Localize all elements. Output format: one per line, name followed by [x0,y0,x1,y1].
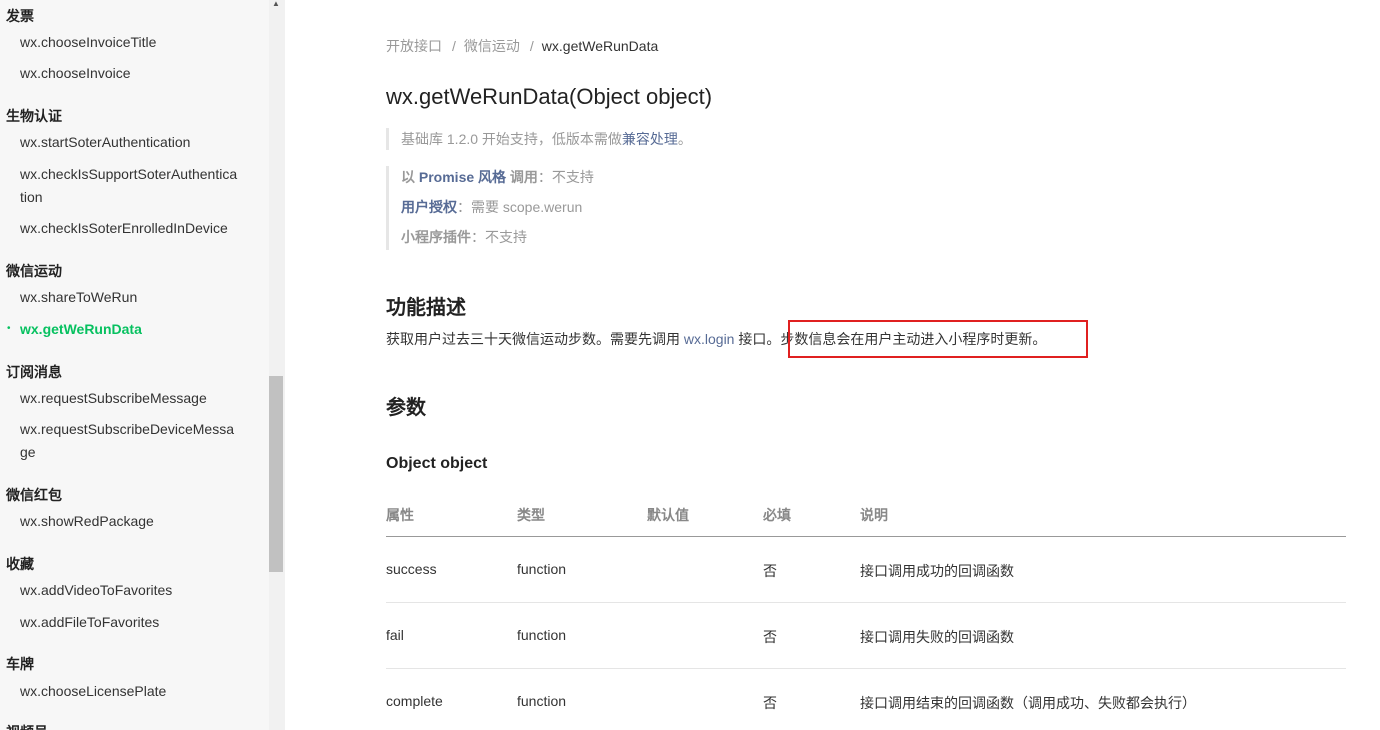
table-header: 属性 类型 默认值 必填 说明 [386,496,1346,537]
sidebar-item-start-soter-auth[interactable]: wx.startSoterAuthentication [20,131,240,154]
plugin-label: 小程序插件 [401,229,471,245]
sidebar-group-title: 发票 [6,8,34,24]
sidebar-group-title: 微信红包 [6,487,62,503]
promise-label-prefix: 以 [401,169,419,185]
page-title: wx.getWeRunData(Object object) [386,84,713,109]
breadcrumb: 开放接口 / 微信运动 / wx.getWeRunData [386,36,658,56]
user-auth-link[interactable]: 用户授权 [401,199,457,215]
breadcrumb-item-current: wx.getWeRunData [541,38,659,54]
cell-description: 接口调用失败的回调函数 [860,629,1014,645]
sidebar-group-title: 订阅消息 [6,364,62,380]
header-type: 类型 [517,507,545,523]
breadcrumb-item-open-api[interactable]: 开放接口 [386,38,442,54]
cell-property: complete [386,693,443,709]
cell-required: 否 [763,629,777,645]
sidebar-item-choose-invoice-title[interactable]: wx.chooseInvoiceTitle [20,31,240,54]
header-default: 默认值 [647,507,689,523]
desc-middle: 接口。 [734,331,781,347]
sidebar-item-show-red-package[interactable]: wx.showRedPackage [20,510,240,533]
sidebar-item-add-video-to-favorites[interactable]: wx.addVideoToFavorites [20,579,240,602]
sidebar: 发票 wx.chooseInvoiceTitle wx.chooseInvoic… [0,0,269,730]
promise-line: 以 Promise 风格 调用：不支持 [401,166,594,196]
sidebar-item-choose-invoice[interactable]: wx.chooseInvoice [20,62,240,85]
cell-type: function [517,693,567,709]
promise-label-suffix: 调用 [506,169,538,185]
plugin-value: ：不支持 [471,229,527,245]
header-required: 必填 [763,507,791,523]
main-content: 开放接口 / 微信运动 / wx.getWeRunData wx.getWeRunDat… [386,0,1346,730]
params-table: 属性 类型 默认值 必填 说明 success function 否 接口调用成… [386,496,1346,730]
sidebar-scrollbar-thumb[interactable] [269,376,283,572]
cell-description: 接口调用结束的回调函数（调用成功、失败都会执行） [860,695,1196,711]
sidebar-group-title: 微信运动 [6,263,62,279]
cell-description: 接口调用成功的回调函数 [860,563,1014,579]
sidebar-group-title: 车牌 [6,656,34,672]
cell-property: fail [386,627,404,643]
wx-login-link[interactable]: wx.login [684,331,735,347]
desc-highlighted: 步数信息会在用户主动进入小程序时更新。 [780,331,1047,347]
cell-required: 否 [763,695,777,711]
sidebar-group-title: 收藏 [6,556,34,572]
active-bullet-icon: • [7,323,11,334]
sidebar-item-get-werun-data[interactable]: wx.getWeRunData [20,318,240,341]
sidebar-item-share-to-werun[interactable]: wx.shareToWeRun [20,286,240,309]
table-row: complete function 否 接口调用结束的回调函数（调用成功、失败都… [386,669,1346,730]
auth-line: 用户授权：需要 scope.werun [401,196,594,226]
sidebar-item-request-subscribe-device-message[interactable]: wx.requestSubscribeDeviceMessage [20,418,240,464]
description-text: 获取用户过去三十天微信运动步数。需要先调用 wx.login 接口。步数信息会在… [386,328,1046,350]
cell-type: function [517,561,567,577]
support-text: 基础库 1.2.0 开始支持，低版本需做 [401,131,622,147]
object-heading: Object object [386,455,488,472]
breadcrumb-separator: / [529,38,534,54]
sidebar-item-choose-license-plate[interactable]: wx.chooseLicensePlate [20,680,240,703]
sidebar-item-check-soter-enrolled[interactable]: wx.checkIsSoterEnrolledInDevice [20,217,240,240]
breadcrumb-separator: / [452,38,456,54]
promise-style-link[interactable]: Promise 风格 [419,169,506,185]
sidebar-item-check-support-soter[interactable]: wx.checkIsSupportSoterAuthentication [20,163,240,209]
section-heading-params: 参数 [386,397,426,419]
breadcrumb-item-werun[interactable]: 微信运动 [464,38,520,54]
header-property: 属性 [386,507,414,523]
promise-value: ：不支持 [537,169,594,185]
api-meta: 以 Promise 风格 调用：不支持 用户授权：需要 scope.werun … [386,166,594,250]
cell-property: success [386,561,437,577]
table-row: success function 否 接口调用成功的回调函数 [386,537,1346,603]
table-row: fail function 否 接口调用失败的回调函数 [386,603,1346,669]
cell-type: function [517,627,567,643]
cell-required: 否 [763,563,777,579]
sidebar-group-title: 视频号 [6,722,48,730]
section-heading-description: 功能描述 [386,297,466,319]
sidebar-item-add-file-to-favorites[interactable]: wx.addFileToFavorites [20,611,240,634]
plugin-line: 小程序插件：不支持 [401,226,594,256]
header-description: 说明 [860,507,888,523]
scroll-up-arrow-icon[interactable]: ▲ [272,0,280,8]
desc-before: 获取用户过去三十天微信运动步数。需要先调用 [386,331,684,347]
support-suffix: 。 [677,131,692,147]
support-note: 基础库 1.2.0 开始支持，低版本需做兼容处理。 [386,128,692,150]
sidebar-item-request-subscribe-message[interactable]: wx.requestSubscribeMessage [20,387,240,410]
sidebar-group-title: 生物认证 [6,108,62,124]
sidebar-scrollbar-track[interactable] [269,0,285,730]
auth-value: ：需要 scope.werun [457,199,583,215]
compat-link[interactable]: 兼容处理 [622,131,678,147]
